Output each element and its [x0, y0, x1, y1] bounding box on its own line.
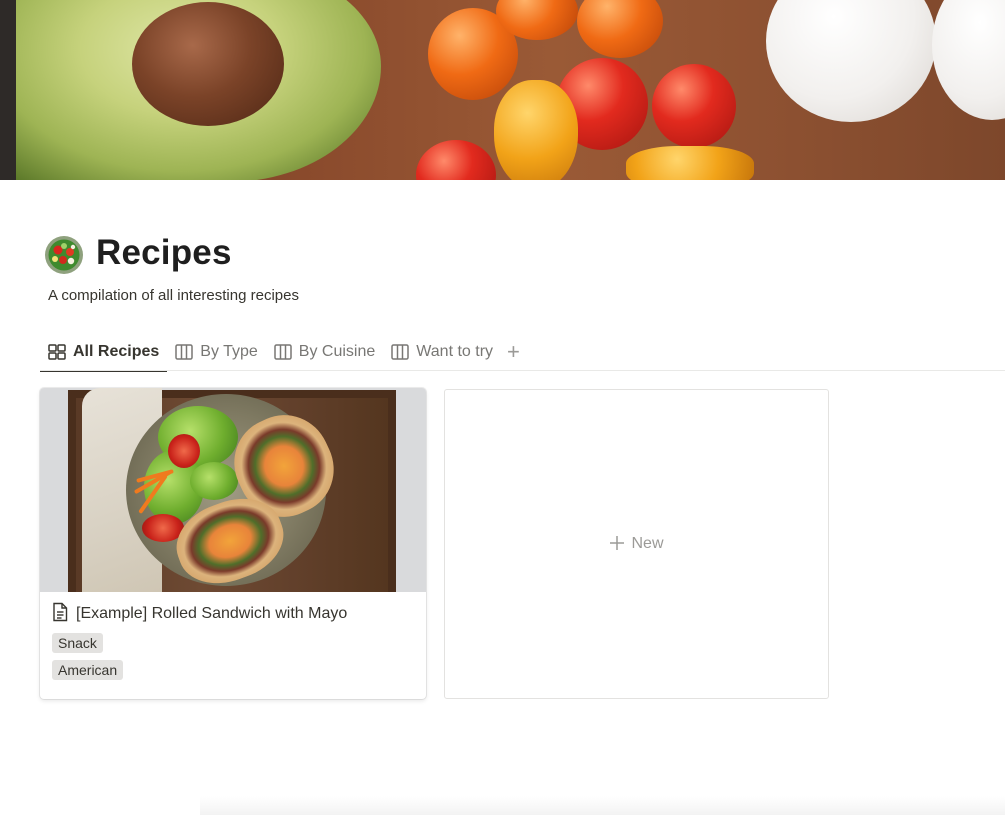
- cover-tomato: [652, 64, 736, 148]
- tag-badge: Snack: [52, 633, 103, 653]
- card-cover-lettuce: [190, 462, 238, 500]
- view-tabs: All Recipes By Type By Cuisine Want to t…: [40, 333, 520, 372]
- gallery-card[interactable]: [Example] Rolled Sandwich with Mayo Snac…: [40, 388, 426, 699]
- tab-label: By Cuisine: [298, 343, 376, 360]
- tab-label: By Type: [200, 343, 258, 360]
- tab-label: All Recipes: [73, 343, 160, 360]
- board-columns-icon: [391, 344, 410, 360]
- tab-by-cuisine[interactable]: By Cuisine: [266, 333, 383, 371]
- cover-tomato: [577, 0, 663, 58]
- cover-pepper: [626, 146, 754, 180]
- cover-pepper: [494, 80, 578, 180]
- card-property-type: Snack: [52, 626, 414, 653]
- salad-bowl-icon[interactable]: [44, 235, 84, 275]
- card-cover-tomato: [168, 434, 200, 468]
- plus-icon: [609, 534, 625, 554]
- card-title-row: [Example] Rolled Sandwich with Mayo: [52, 602, 414, 626]
- tab-all-recipes[interactable]: All Recipes: [40, 333, 168, 372]
- card-title: [Example] Rolled Sandwich with Mayo: [76, 605, 348, 622]
- cover-avocado-pit: [132, 2, 284, 126]
- page-description[interactable]: A compilation of all interesting recipes: [48, 287, 299, 304]
- board-columns-icon: [175, 344, 194, 360]
- add-view-button[interactable]: +: [507, 333, 520, 371]
- bottom-scroll-shadow: [200, 796, 1005, 815]
- tab-by-type[interactable]: By Type: [167, 333, 266, 371]
- card-property-cuisine: American: [52, 653, 414, 680]
- new-card-button[interactable]: New: [444, 389, 829, 699]
- cover-board-edge: [0, 0, 16, 180]
- cover-tomato: [416, 140, 496, 180]
- page-cover-image: [0, 0, 1005, 180]
- board-columns-icon: [274, 344, 292, 360]
- tag-badge: American: [52, 660, 124, 680]
- cover-egg: [766, 0, 936, 122]
- document-icon: [52, 602, 68, 627]
- card-cover-image: [40, 388, 426, 592]
- tab-label: Want to try: [416, 343, 494, 360]
- tabs-divider: [40, 370, 1005, 371]
- card-body: [Example] Rolled Sandwich with Mayo Snac…: [40, 592, 426, 680]
- new-card-label: New: [631, 535, 664, 552]
- page-title[interactable]: Recipes: [96, 233, 232, 273]
- tab-want-to-try[interactable]: Want to try: [383, 333, 501, 371]
- gallery-grid-icon: [48, 344, 66, 360]
- cover-egg: [932, 0, 1005, 120]
